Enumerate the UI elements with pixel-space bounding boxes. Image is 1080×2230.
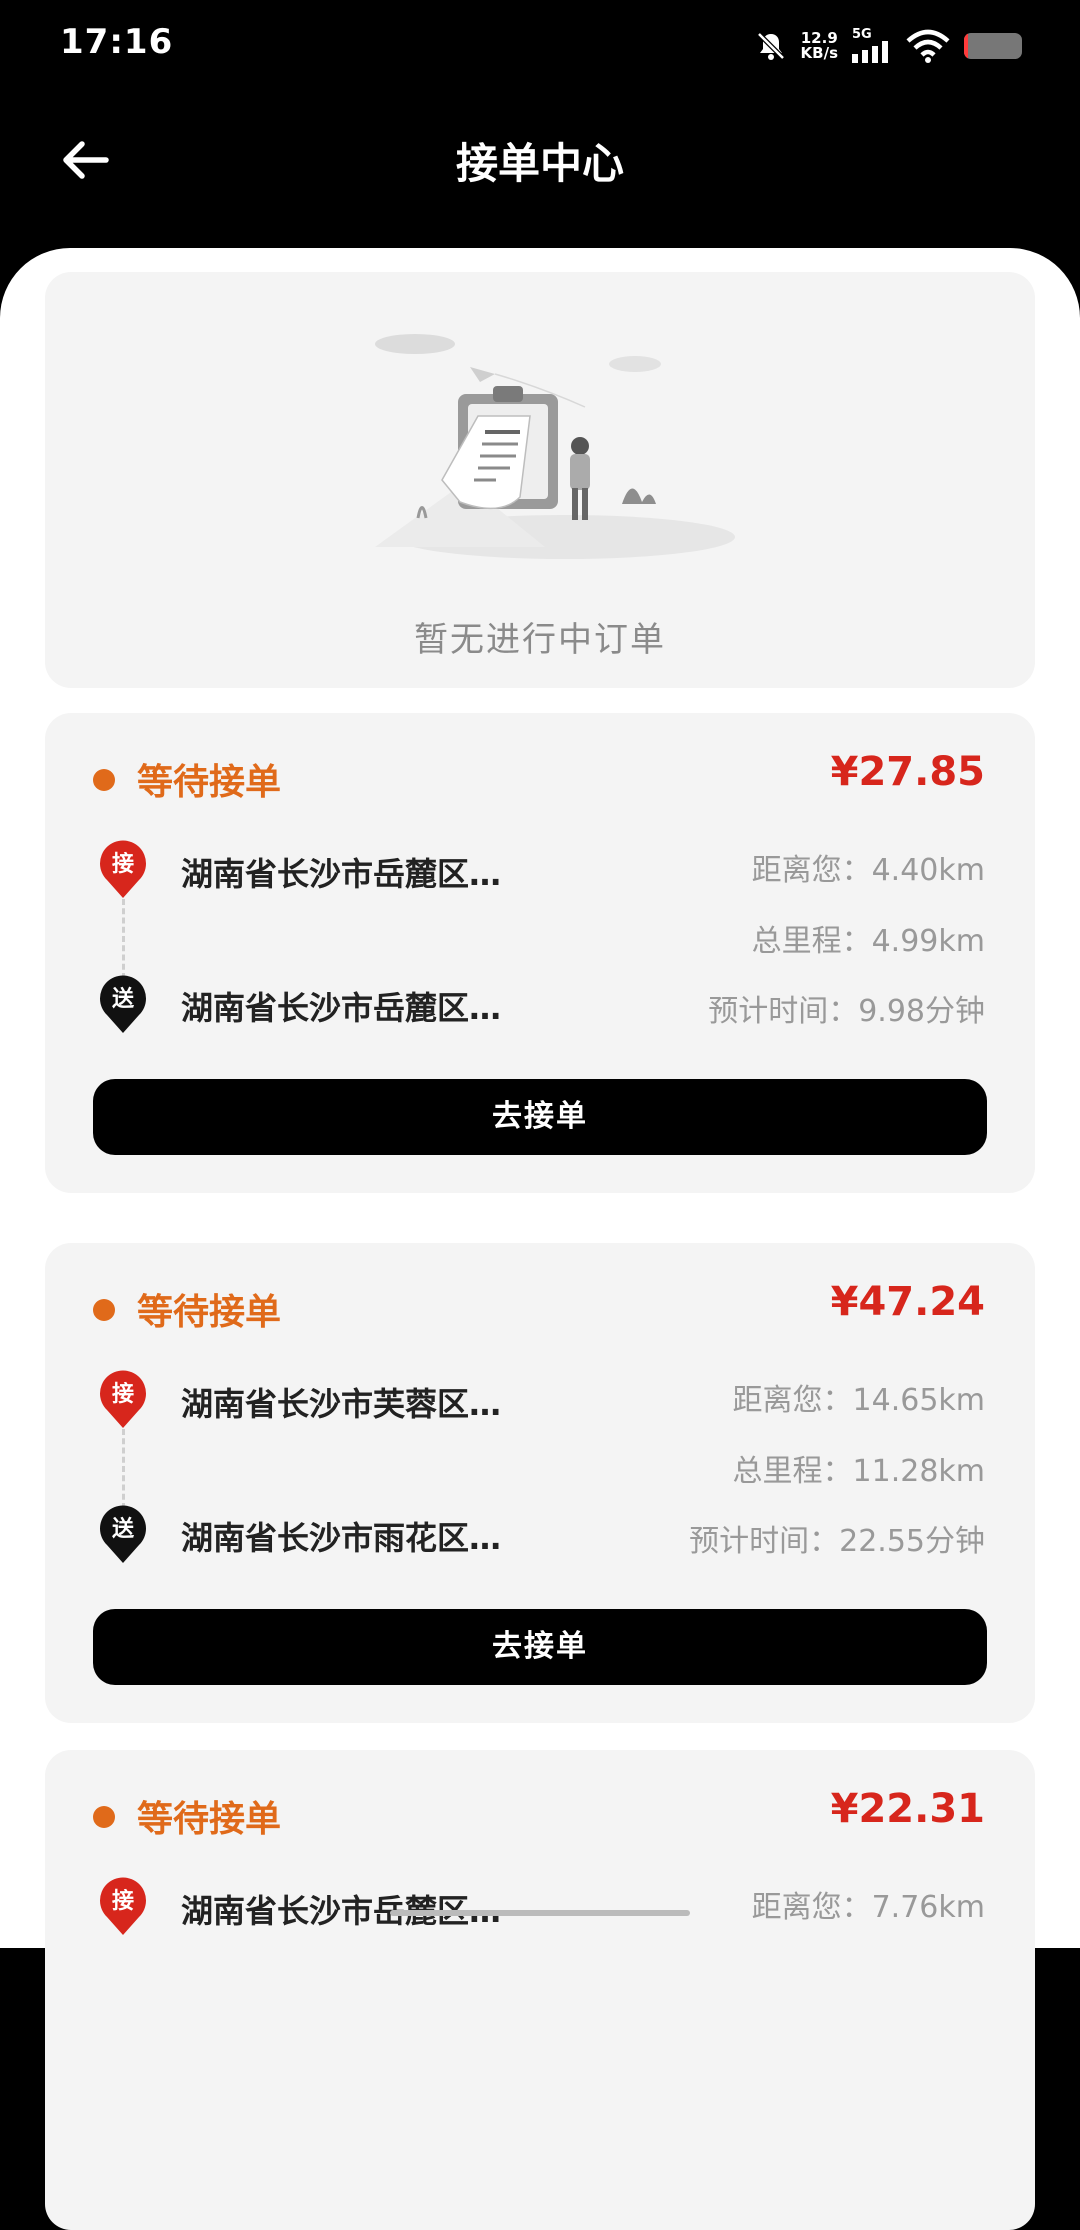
content-sheet: 暂无进行中订单 等待接单 ¥27.85 接 送 湖南省长沙市岳麓区… 湖南省长沙… — [0, 248, 1080, 2230]
dropoff-address: 湖南省长沙市雨花区… — [181, 1519, 502, 1557]
dropoff-pin-icon: 送 — [100, 975, 146, 1033]
status-time: 17:16 — [60, 22, 174, 62]
dropoff-pin-label: 送 — [112, 1516, 134, 1542]
app-header: 接单中心 — [0, 90, 1080, 230]
total-mileage-info: 总里程：4.99km — [752, 916, 985, 960]
distance-label: 距离您： — [751, 853, 872, 888]
pickup-pin-icon: 接 — [100, 1877, 146, 1935]
pickup-pin-icon: 接 — [100, 1370, 146, 1428]
network-speed: 12.9 KB/s — [800, 30, 838, 62]
pickup-address: 湖南省长沙市芙蓉区… — [181, 1385, 502, 1423]
status-dot — [93, 1299, 115, 1321]
total-mileage-info: 总里程：11.28km — [733, 1446, 985, 1490]
wifi-icon — [906, 29, 950, 63]
empty-state-card: 暂无进行中订单 — [45, 272, 1035, 688]
eta-value: 22.55分钟 — [839, 1524, 985, 1559]
eta-value: 9.98分钟 — [858, 994, 985, 1029]
status-dot — [93, 1806, 115, 1828]
bell-off-icon — [756, 31, 785, 60]
order-card: 等待接单 ¥22.31 接 湖南省长沙市岳麓区… 距离您：7.76km — [45, 1750, 1035, 2230]
eta-label: 预计时间： — [708, 994, 859, 1029]
status-dot — [93, 769, 115, 791]
order-status: 等待接单 — [137, 762, 282, 803]
battery-icon — [964, 32, 1022, 59]
empty-clipboard-illustration — [375, 334, 735, 559]
dropoff-address: 湖南省长沙市岳麓区… — [181, 989, 502, 1027]
distance-label: 距离您： — [732, 1383, 853, 1418]
eta-info: 预计时间：22.55分钟 — [689, 1516, 985, 1560]
signal-group: 5G — [852, 28, 892, 63]
network-type: 5G — [852, 27, 872, 42]
route-line — [122, 899, 125, 979]
accept-order-button[interactable]: 去接单 — [93, 1609, 987, 1685]
signal-bars-icon — [852, 41, 888, 63]
empty-state-text: 暂无进行中订单 — [414, 620, 666, 660]
total-value: 4.99km — [871, 924, 985, 959]
pickup-pin-icon: 接 — [100, 840, 146, 898]
total-label: 总里程： — [751, 924, 872, 959]
pickup-pin-label: 接 — [112, 852, 134, 877]
distance-info: 距离您：4.40km — [752, 845, 985, 889]
total-value: 11.28km — [852, 1454, 985, 1489]
order-price: ¥47.24 — [830, 1279, 985, 1325]
order-card: 等待接单 ¥27.85 接 送 湖南省长沙市岳麓区… 湖南省长沙市岳麓区… 距离… — [45, 713, 1035, 1193]
order-status: 等待接单 — [137, 1292, 282, 1333]
dropoff-pin-icon: 送 — [100, 1505, 146, 1563]
home-indicator[interactable] — [390, 1910, 690, 1916]
order-status: 等待接单 — [137, 1799, 282, 1840]
total-label: 总里程： — [732, 1454, 853, 1489]
order-card: 等待接单 ¥47.24 接 送 湖南省长沙市芙蓉区… 湖南省长沙市雨花区… 距离… — [45, 1243, 1035, 1723]
distance-value: 14.65km — [852, 1383, 985, 1418]
status-bar: 17:16 12.9 KB/s 5G — [0, 0, 1080, 90]
eta-label: 预计时间： — [689, 1524, 840, 1559]
distance-value: 4.40km — [871, 853, 985, 888]
order-price: ¥22.31 — [830, 1786, 985, 1832]
dropoff-pin-label: 送 — [112, 986, 134, 1012]
network-speed-unit: KB/s — [800, 43, 838, 62]
eta-info: 预计时间：9.98分钟 — [708, 986, 985, 1030]
pickup-pin-label: 接 — [112, 1889, 134, 1914]
pickup-address: 湖南省长沙市岳麓区… — [181, 1892, 502, 1930]
distance-info: 距离您：7.76km — [752, 1882, 985, 1926]
status-icons: 12.9 KB/s 5G — [755, 28, 1022, 63]
pickup-address: 湖南省长沙市岳麓区… — [181, 855, 502, 893]
route-line — [122, 1429, 125, 1509]
accept-order-button[interactable]: 去接单 — [93, 1079, 987, 1155]
pickup-pin-label: 接 — [112, 1382, 134, 1407]
page-title: 接单中心 — [455, 139, 624, 188]
distance-info: 距离您：14.65km — [733, 1375, 985, 1419]
order-price: ¥27.85 — [830, 749, 985, 795]
